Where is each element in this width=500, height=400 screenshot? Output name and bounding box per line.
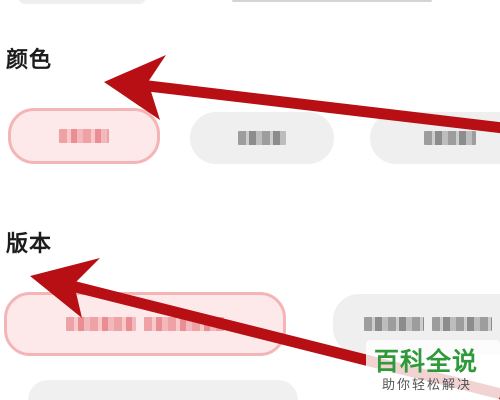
blurred-label	[238, 131, 286, 145]
blurred-label	[364, 317, 492, 331]
version-option[interactable]	[28, 380, 298, 400]
color-option[interactable]	[370, 112, 500, 164]
watermark-sub-text: 助你轻松解决	[382, 378, 473, 393]
color-section-title: 颜色	[6, 48, 53, 73]
watermark-logo: 百科全说 助你轻松解决	[366, 340, 500, 400]
watermark-main-text: 百科全说	[374, 347, 479, 376]
blurred-label	[66, 317, 224, 331]
cropped-text-line	[232, 0, 432, 2]
version-section-title: 版本	[6, 232, 53, 257]
version-option-selected[interactable]	[4, 292, 286, 356]
blurred-label	[59, 129, 109, 143]
color-option[interactable]	[190, 112, 334, 164]
blurred-label	[424, 131, 476, 145]
color-option-selected[interactable]	[8, 108, 160, 164]
product-options-page: 颜色 版本 百科全说 助你轻松解决	[0, 0, 500, 400]
cropped-option-chip[interactable]	[18, 0, 146, 4]
